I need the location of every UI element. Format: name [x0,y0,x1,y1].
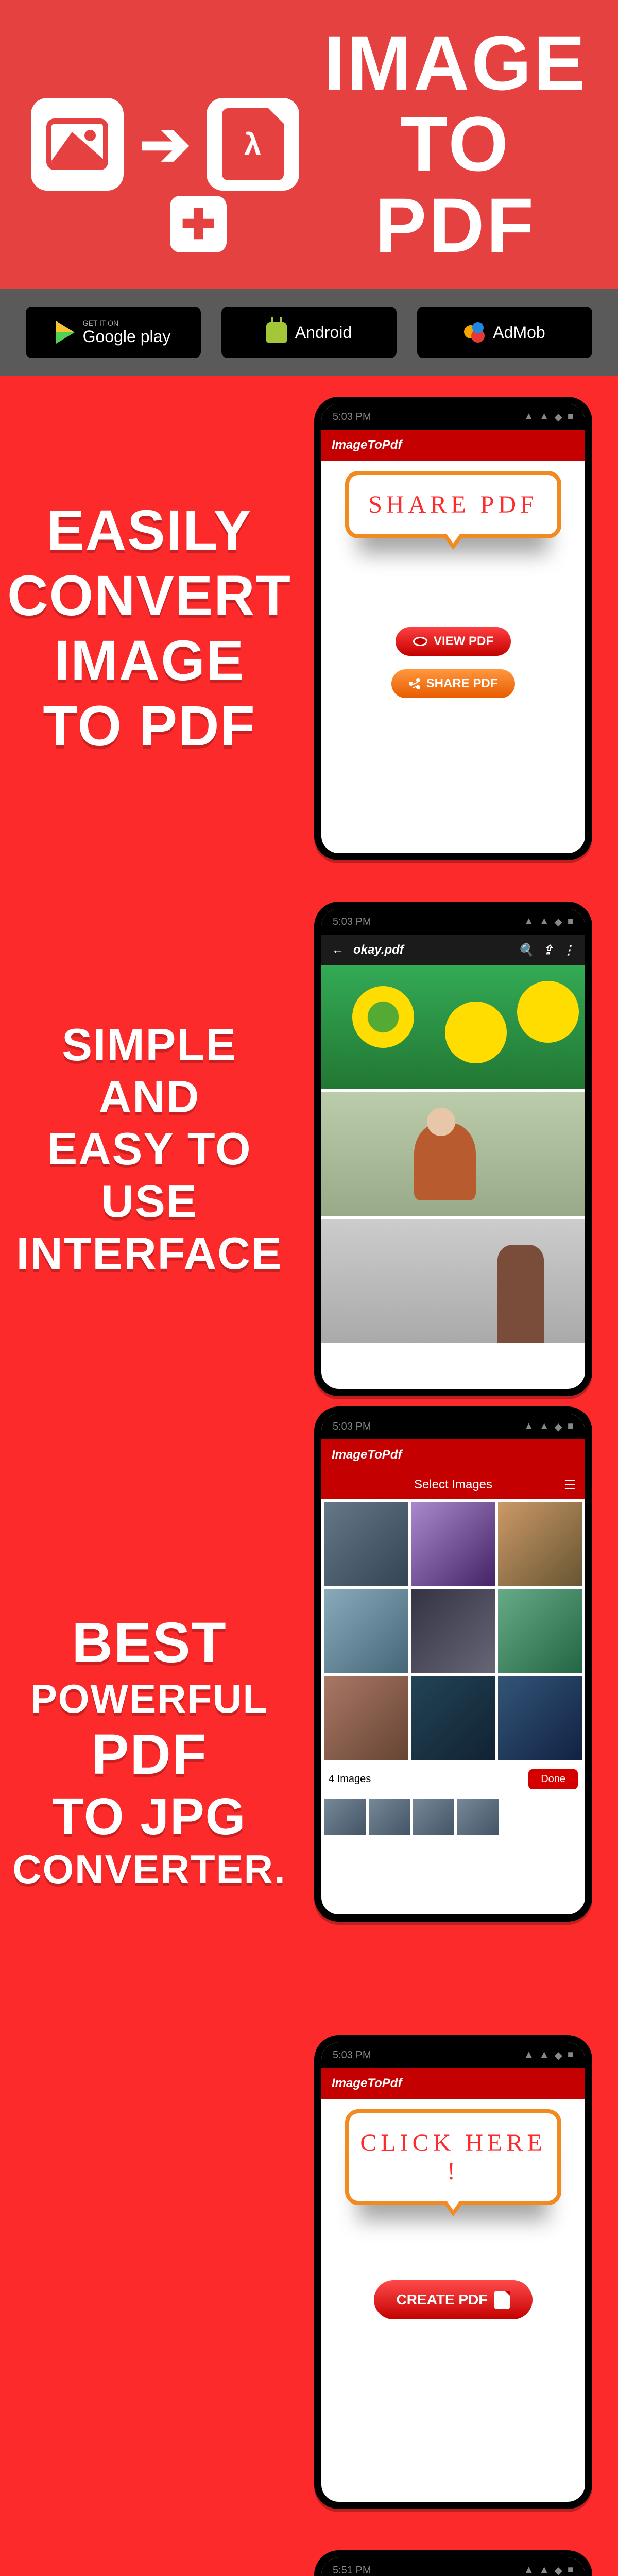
selected-thumb[interactable] [324,1799,366,1835]
create-pdf-button[interactable]: CREATE PDF [374,2280,533,2319]
done-button[interactable]: Done [528,1769,578,1789]
share-icon [409,678,420,689]
image-thumb[interactable] [324,1589,408,1673]
pdf-page-list[interactable] [321,965,585,1343]
android-icon [266,322,287,343]
image-thumb[interactable] [324,1502,408,1586]
selected-strip [321,1795,585,1838]
selected-thumb[interactable] [369,1799,410,1835]
feature-1-text: EASILY CONVERT IMAGE TO PDF [0,498,299,759]
pdf-page [321,965,585,1089]
plus-icon: ✚ [170,196,227,252]
hero-line-3: PDF [323,185,587,266]
hero-title: IMAGE TO PDF [323,23,587,266]
phone-dialog: 5:51 PM ▲▲◆■ ImageToPdf Give your own na… [314,2550,592,2576]
eye-icon [413,637,427,646]
more-icon[interactable]: ⋮ [562,943,575,958]
store-badges-row: GET IT ON Google play Android AdMob [0,289,618,376]
selection-count: 4 Images [329,1773,371,1785]
admob-badge[interactable]: AdMob [417,307,592,358]
image-thumb[interactable] [498,1589,582,1673]
share-callout: SHARE PDF [345,471,561,538]
feature-2-text: SIMPLE AND EASY TO USE INTERFACE [0,1019,299,1279]
android-badge[interactable]: Android [221,307,397,358]
app-bar: ImageToPdf [321,1439,585,1470]
feature-2: SIMPLE AND EASY TO USE INTERFACE 5:03 PM… [0,881,618,1417]
promo-page: ➔ λ IMAGE TO PDF ✚ GET IT ON Google play… [0,0,618,2576]
hero: ➔ λ IMAGE TO PDF ✚ [0,0,618,289]
menu-icon[interactable]: ☰ [564,1477,576,1493]
image-thumb[interactable] [498,1502,582,1586]
feature-5: ALSO CONVERT PDF TO IMAGE. 5:51 PM ▲▲◆■ … [0,2530,618,2576]
file-name: okay.pdf [353,943,404,957]
image-thumb[interactable] [411,1589,495,1673]
gp-small: GET IT ON [83,319,171,327]
phone-share: 5:03 PM ▲▲◆■ ImageToPdf SHARE PDF VIEW P… [314,397,592,860]
selected-thumb[interactable] [413,1799,454,1835]
select-footer: 4 Images Done [321,1763,585,1795]
click-callout: CLICK HERE ! [345,2109,561,2205]
pdf-page [321,1219,585,1343]
phone-select: 5:03 PM ▲▲◆■ ImageToPdf Select Images ☰ [314,1406,592,1922]
share-pdf-button[interactable]: SHARE PDF [391,669,516,698]
pdf-page [321,1092,585,1216]
android-text: Android [295,323,352,342]
feature-3-text: BEST POWERFUL PDF TO JPG CONVERTER. [0,1611,299,1892]
selected-thumb[interactable] [457,1799,499,1835]
feature-4: x 5:03 PM ▲▲◆■ ImageToPdf CLICK HERE ! C… [0,2014,618,2530]
photo-icon [31,98,124,191]
status-icons: ▲▲◆■ [524,411,574,423]
viewer-app-bar: ← okay.pdf 🔍 ⇪ ⋮ [321,935,585,965]
image-thumb[interactable] [411,1502,495,1586]
phone-viewer: 5:03 PM ▲▲◆■ ← okay.pdf 🔍 ⇪ ⋮ [314,902,592,1396]
phone-create: 5:03 PM ▲▲◆■ ImageToPdf CLICK HERE ! CRE… [314,2035,592,2509]
app-bar: ImageToPdf [321,2068,585,2099]
google-play-badge[interactable]: GET IT ON Google play [26,307,201,358]
app-bar: ImageToPdf [321,430,585,461]
image-thumb[interactable] [498,1676,582,1760]
select-header: Select Images ☰ [321,1470,585,1499]
app-title: ImageToPdf [332,1448,402,1462]
image-thumb[interactable] [324,1676,408,1760]
image-thumb[interactable] [411,1676,495,1760]
app-title: ImageToPdf [332,2076,402,2091]
back-icon[interactable]: ← [332,943,344,957]
image-grid [321,1499,585,1763]
view-pdf-button[interactable]: VIEW PDF [396,627,511,656]
admob-icon [464,322,485,343]
document-icon [494,2291,510,2309]
feature-1: EASILY CONVERT IMAGE TO PDF 5:03 PM ▲▲◆■… [0,376,618,881]
search-icon[interactable]: 🔍 [518,943,534,958]
hero-line-2: TO [323,104,587,185]
upload-icon[interactable]: ⇪ [543,943,553,958]
gp-text: Google play [83,327,171,346]
pdf-icon: λ [207,98,299,191]
google-play-icon [56,321,75,344]
admob-text: AdMob [493,323,545,342]
hero-icon-cluster: ➔ λ [31,98,299,191]
hero-line-1: IMAGE [323,23,587,104]
app-title: ImageToPdf [332,438,402,452]
